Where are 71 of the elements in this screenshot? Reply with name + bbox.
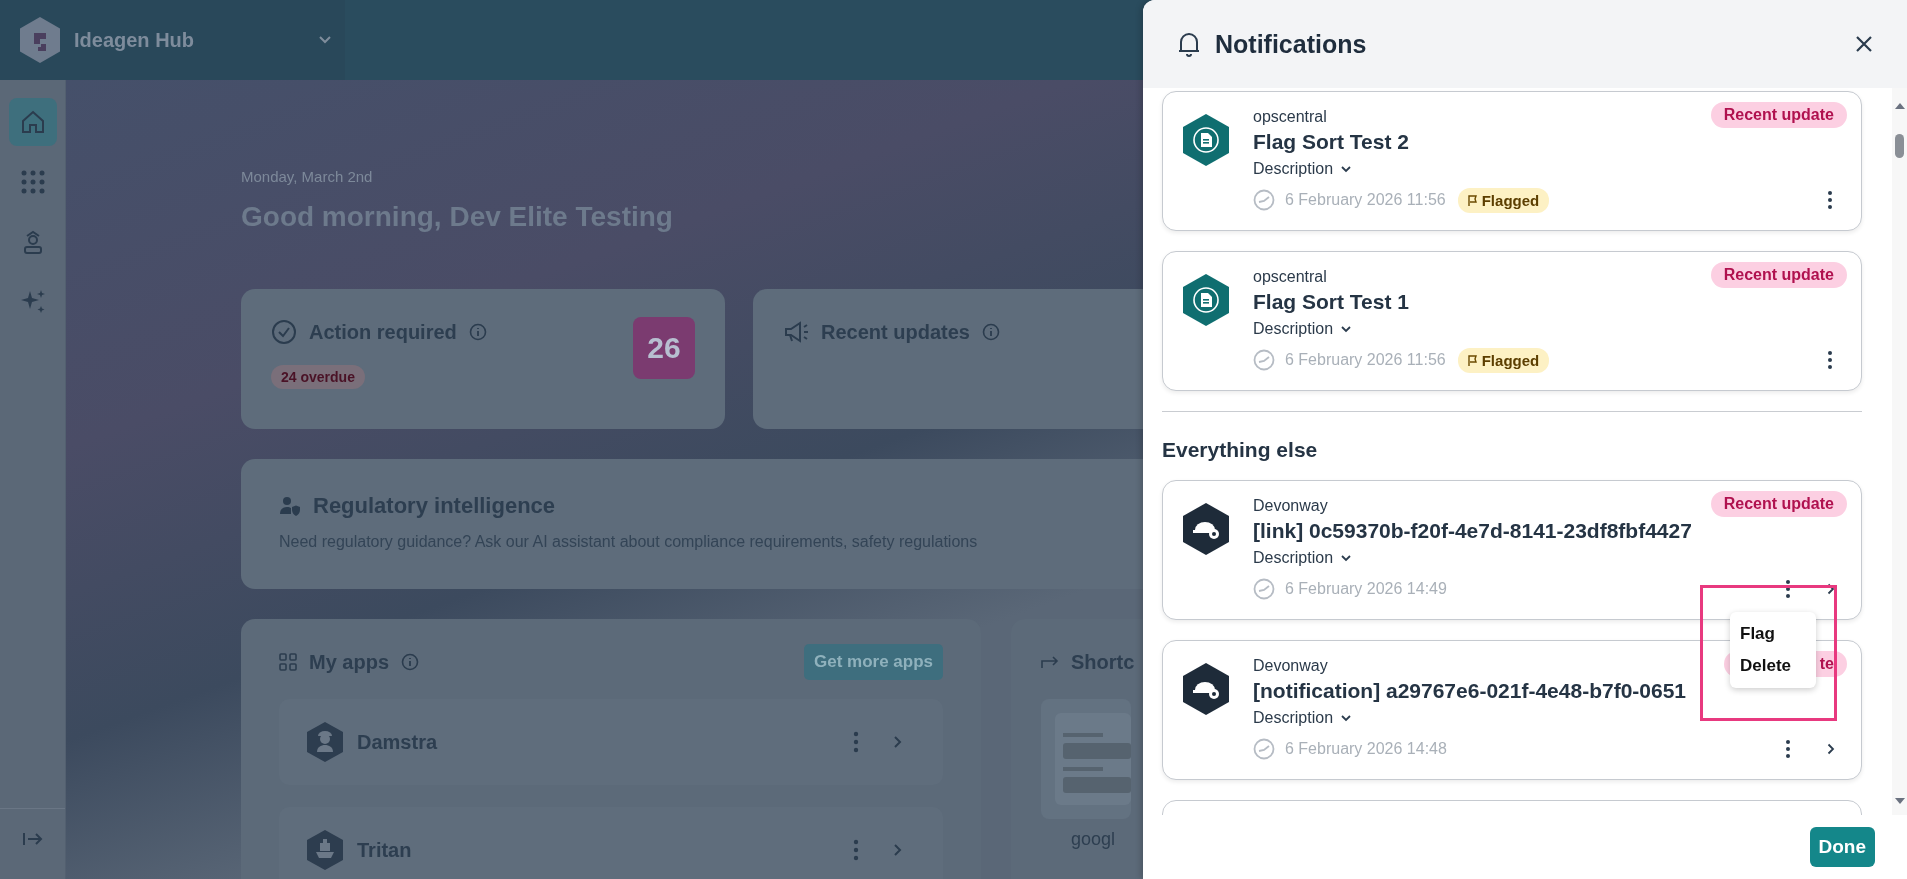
logo-icon — [20, 17, 60, 63]
clock-icon — [1253, 578, 1275, 600]
description-toggle[interactable]: Description — [1253, 160, 1352, 178]
chevron-down-icon — [1341, 325, 1352, 333]
timestamp: 6 February 2026 14:49 — [1285, 580, 1447, 598]
info-icon — [401, 653, 420, 671]
status-badge: Recent update — [1710, 491, 1847, 517]
more-icon[interactable] — [1827, 190, 1833, 210]
more-icon[interactable] — [1785, 579, 1791, 599]
info-icon — [981, 323, 1000, 341]
megaphone-icon — [783, 319, 809, 345]
source-label: Devonway — [1253, 657, 1328, 675]
date-text: Monday, March 2nd — [241, 168, 373, 185]
timestamp: 6 February 2026 11:56 — [1285, 351, 1446, 369]
document-icon — [1183, 114, 1229, 166]
grid-icon — [279, 653, 297, 671]
chevron-down-icon — [1341, 554, 1352, 562]
document-icon — [1183, 274, 1229, 326]
source-label: opscentral — [1253, 108, 1327, 126]
clock-icon — [1253, 738, 1275, 760]
scroll-up-icon — [1893, 102, 1906, 110]
panel-title: Notifications — [1215, 29, 1367, 59]
person-shield-icon — [279, 495, 301, 517]
status-badge: Recent update — [1710, 262, 1847, 288]
chevron-down-icon — [318, 35, 332, 45]
ship-icon — [307, 830, 343, 870]
scroll-down-icon — [1893, 797, 1906, 805]
chevron-right-icon[interactable] — [1827, 743, 1835, 755]
more-icon[interactable] — [1827, 350, 1833, 370]
chevron-down-icon — [1341, 714, 1352, 722]
check-circle-icon — [271, 319, 297, 345]
description-toggle[interactable]: Description — [1253, 549, 1352, 567]
count-badge: 26 — [633, 317, 695, 379]
helmet-icon — [1183, 663, 1229, 715]
page-preview-icon — [1041, 699, 1131, 819]
notification-card[interactable]: Devonway [link] 0c59370b-f20f-4e7d-8141-23df8fbf4427 Description 6 February 2026 14:49 Recent update — [1162, 480, 1862, 620]
description-toggle[interactable]: Description — [1253, 320, 1352, 338]
notification-card[interactable]: opscentral Flag Sort Test 2 Description 6 February 2026 11:56 Flagged Recent update — [1162, 91, 1862, 231]
collapse-icon — [21, 832, 44, 846]
bell-icon — [1177, 30, 1201, 58]
done-button[interactable]: Done — [1809, 827, 1875, 867]
info-icon — [468, 323, 487, 341]
clock-icon — [1253, 349, 1275, 371]
flag-icon — [1467, 194, 1477, 206]
close-icon[interactable] — [1855, 35, 1873, 53]
scrollbar-thumb[interactable] — [1895, 134, 1904, 158]
status-badge: Recent update — [1710, 102, 1847, 128]
arrow-right-icon — [1041, 655, 1059, 669]
section-heading: Everything else — [1162, 438, 1319, 462]
helmet-icon — [1183, 503, 1229, 555]
more-icon[interactable] — [1785, 739, 1791, 759]
overdue-badge: 24 overdue — [271, 365, 365, 389]
flagged-badge: Flagged — [1457, 347, 1550, 373]
timestamp: 6 February 2026 14:48 — [1285, 740, 1447, 758]
nav-item[interactable] — [8, 98, 57, 146]
flagged-badge: Flagged — [1457, 187, 1550, 213]
notification-card[interactable]: opscentral Flag Sort Test 1 Description 6 February 2026 11:56 Flagged Recent update — [1162, 251, 1862, 391]
notification-title: [link] 0c59370b-f20f-4e7d-8141-23df8fbf4427 — [1253, 519, 1692, 543]
notification-title: Flag Sort Test 2 — [1253, 130, 1409, 154]
description-toggle[interactable]: Description — [1253, 709, 1352, 727]
worker-icon — [307, 722, 343, 762]
flag-icon — [1467, 354, 1477, 366]
chevron-down-icon — [1341, 165, 1352, 173]
notification-title: Flag Sort Test 1 — [1253, 290, 1409, 314]
source-label: opscentral — [1253, 268, 1327, 286]
clock-icon — [1253, 189, 1275, 211]
notification-title: [notification] a29767e6-021f-4e48-b7f0-0651 — [1253, 679, 1687, 703]
source-label: Devonway — [1253, 497, 1328, 515]
timestamp: 6 February 2026 11:56 — [1285, 191, 1446, 209]
scrollbar[interactable] — [1892, 88, 1907, 815]
chevron-right-icon[interactable] — [1827, 583, 1835, 595]
